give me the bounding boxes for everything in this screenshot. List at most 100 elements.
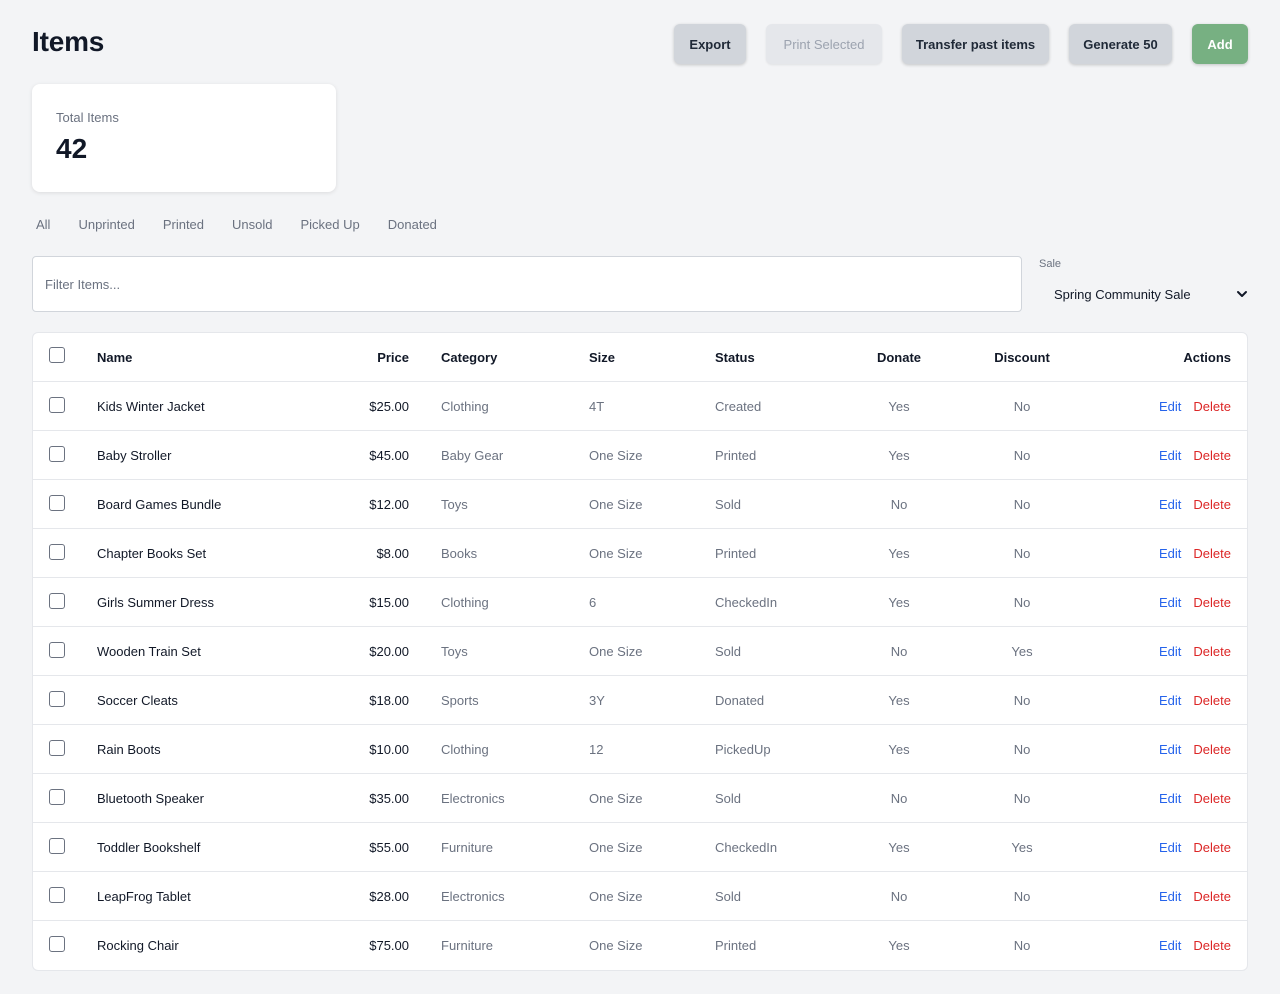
item-price: $45.00	[369, 448, 409, 463]
item-status: Created	[715, 399, 762, 414]
item-price: $15.00	[369, 595, 409, 610]
table-row: Board Games Bundle $12.00 Toys One Size …	[33, 480, 1247, 529]
transfer-past-items-button[interactable]: Transfer past items	[902, 24, 1049, 64]
edit-link[interactable]: Edit	[1159, 791, 1181, 806]
print-selected-button[interactable]: Print Selected	[766, 24, 882, 64]
delete-link[interactable]: Delete	[1193, 399, 1231, 414]
edit-link[interactable]: Edit	[1159, 546, 1181, 561]
item-donate: No	[890, 791, 908, 806]
row-checkbox[interactable]	[49, 397, 65, 413]
item-category: Toys	[441, 497, 468, 512]
header-name[interactable]: Name	[97, 333, 132, 382]
table-body: Kids Winter Jacket $25.00 Clothing 4T Cr…	[33, 382, 1247, 970]
item-size: 4T	[589, 399, 605, 414]
select-all-checkbox[interactable]	[49, 347, 65, 363]
item-price: $8.00	[376, 546, 409, 561]
edit-link[interactable]: Edit	[1159, 693, 1181, 708]
item-category: Clothing	[441, 595, 489, 610]
item-donate: Yes	[888, 399, 910, 414]
tab-all[interactable]: All	[36, 217, 50, 232]
row-actions: Edit Delete	[1159, 823, 1231, 872]
item-discount: No	[1013, 595, 1031, 610]
row-checkbox[interactable]	[49, 789, 65, 805]
tab-donated[interactable]: Donated	[388, 217, 437, 232]
row-checkbox[interactable]	[49, 495, 65, 511]
delete-link[interactable]: Delete	[1193, 889, 1231, 904]
item-discount: No	[1013, 399, 1031, 414]
row-checkbox[interactable]	[49, 446, 65, 462]
item-status: Sold	[715, 889, 742, 904]
row-actions: Edit Delete	[1159, 578, 1231, 627]
item-donate: Yes	[888, 595, 910, 610]
item-discount: No	[1013, 546, 1031, 561]
item-discount: Yes	[1011, 644, 1033, 659]
edit-link[interactable]: Edit	[1159, 742, 1181, 757]
tab-unsold[interactable]: Unsold	[232, 217, 272, 232]
header-donate[interactable]: Donate	[859, 333, 939, 382]
header-price[interactable]: Price	[377, 333, 409, 382]
delete-link[interactable]: Delete	[1193, 693, 1231, 708]
item-donate: Yes	[888, 546, 910, 561]
item-donate: Yes	[888, 693, 910, 708]
header-discount[interactable]: Discount	[982, 333, 1062, 382]
delete-link[interactable]: Delete	[1193, 448, 1231, 463]
export-button[interactable]: Export	[674, 24, 746, 64]
row-actions: Edit Delete	[1159, 627, 1231, 676]
delete-link[interactable]: Delete	[1193, 546, 1231, 561]
item-category: Toys	[441, 644, 468, 659]
edit-link[interactable]: Edit	[1159, 595, 1181, 610]
stat-label: Total Items	[56, 110, 119, 125]
delete-link[interactable]: Delete	[1193, 497, 1231, 512]
item-donate: No	[890, 644, 908, 659]
edit-link[interactable]: Edit	[1159, 448, 1181, 463]
sale-select[interactable]: Spring Community Sale	[1054, 283, 1248, 305]
edit-link[interactable]: Edit	[1159, 644, 1181, 659]
edit-link[interactable]: Edit	[1159, 938, 1181, 953]
header-size[interactable]: Size	[589, 333, 615, 382]
item-donate: No	[890, 889, 908, 904]
item-donate: Yes	[888, 938, 910, 953]
header-status[interactable]: Status	[715, 333, 755, 382]
item-size: One Size	[589, 546, 643, 561]
delete-link[interactable]: Delete	[1193, 595, 1231, 610]
row-checkbox[interactable]	[49, 838, 65, 854]
delete-link[interactable]: Delete	[1193, 938, 1231, 953]
row-checkbox[interactable]	[49, 887, 65, 903]
row-checkbox[interactable]	[49, 544, 65, 560]
item-price: $25.00	[369, 399, 409, 414]
row-checkbox[interactable]	[49, 740, 65, 756]
row-checkbox[interactable]	[49, 593, 65, 609]
item-category: Electronics	[441, 791, 505, 806]
page-title: Items	[32, 26, 105, 57]
row-checkbox[interactable]	[49, 691, 65, 707]
tab-unprinted[interactable]: Unprinted	[78, 217, 134, 232]
delete-link[interactable]: Delete	[1193, 644, 1231, 659]
item-size: One Size	[589, 448, 643, 463]
item-status: Printed	[715, 938, 757, 953]
delete-link[interactable]: Delete	[1193, 742, 1231, 757]
tab-picked-up[interactable]: Picked Up	[301, 217, 360, 232]
add-item-button[interactable]: Add	[1192, 24, 1248, 64]
item-name: Bluetooth Speaker	[97, 791, 204, 806]
edit-link[interactable]: Edit	[1159, 497, 1181, 512]
item-name: Baby Stroller	[97, 448, 172, 463]
item-discount: No	[1013, 448, 1031, 463]
edit-link[interactable]: Edit	[1159, 889, 1181, 904]
filter-items-input[interactable]	[32, 256, 1022, 312]
header-category[interactable]: Category	[441, 333, 497, 382]
row-checkbox[interactable]	[49, 642, 65, 658]
item-category: Books	[441, 546, 478, 561]
item-status: Sold	[715, 791, 742, 806]
tab-printed[interactable]: Printed	[163, 217, 204, 232]
row-checkbox[interactable]	[49, 936, 65, 952]
item-category: Clothing	[441, 399, 489, 414]
item-price: $75.00	[369, 938, 409, 953]
delete-link[interactable]: Delete	[1193, 840, 1231, 855]
edit-link[interactable]: Edit	[1159, 840, 1181, 855]
generate-items-button[interactable]: Generate 50	[1069, 24, 1172, 64]
item-category: Baby Gear	[441, 448, 504, 463]
item-name: Rain Boots	[97, 742, 161, 757]
edit-link[interactable]: Edit	[1159, 399, 1181, 414]
item-name: Wooden Train Set	[97, 644, 201, 659]
delete-link[interactable]: Delete	[1193, 791, 1231, 806]
